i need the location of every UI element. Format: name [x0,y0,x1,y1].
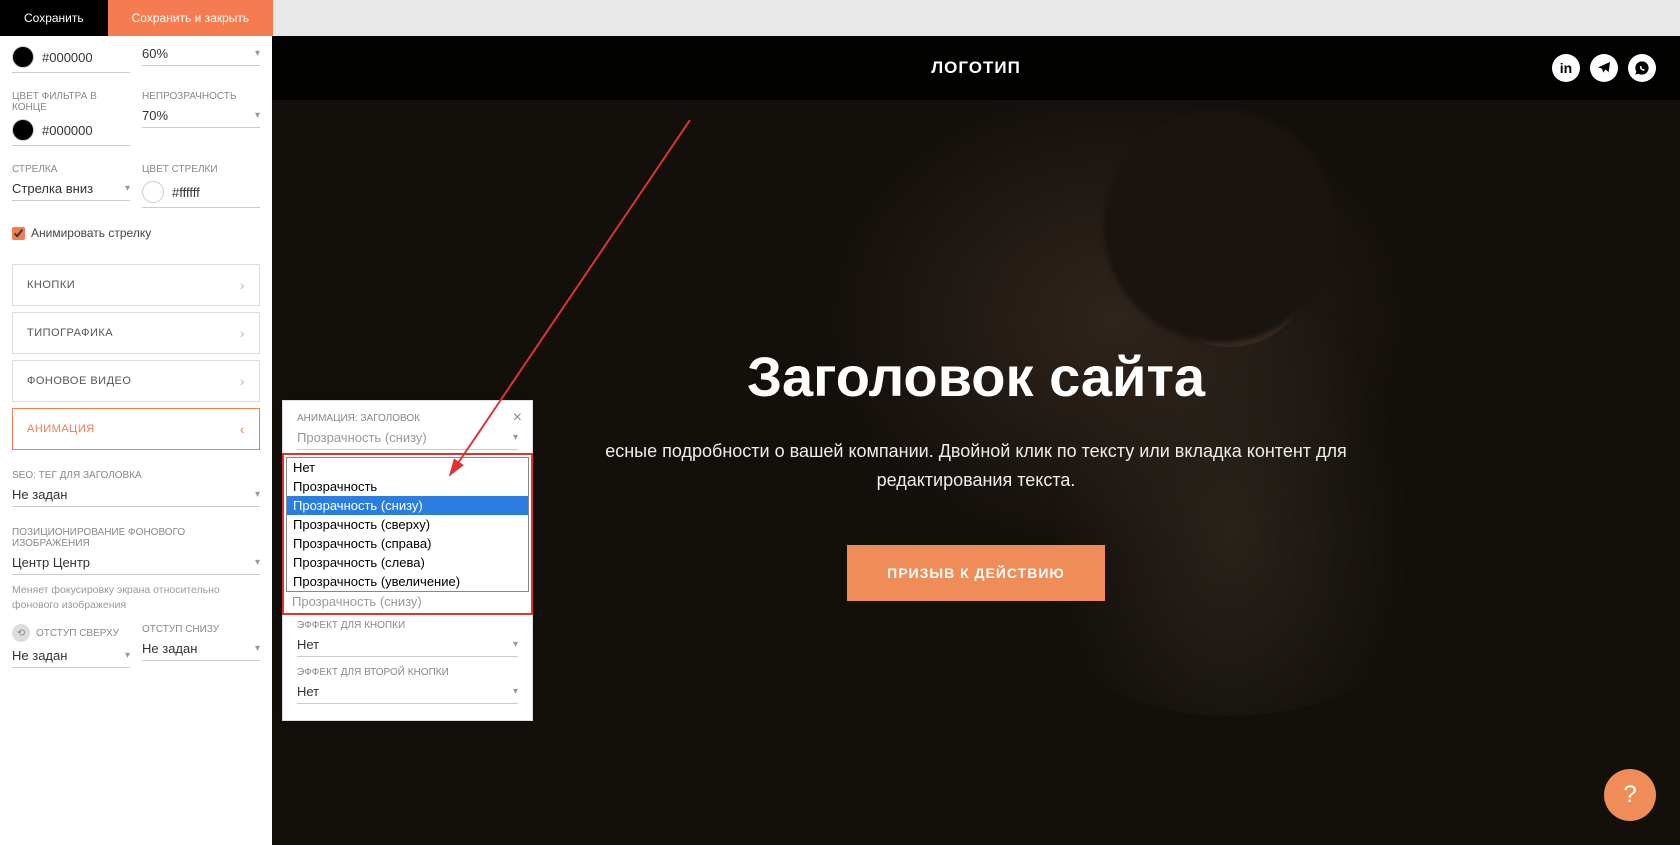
chevron-left-icon: ‹ [240,421,245,437]
animation-dropdown-list: Нет Прозрачность Прозрачность (снизу) Пр… [286,457,529,592]
chevron-down-icon: ▾ [255,489,260,500]
arrow-label: СТРЕЛКА [12,164,130,175]
opacity-value: 60% [142,46,168,61]
opacity-end-field[interactable]: 70% ▾ [142,108,260,128]
padding-top-field[interactable]: Не задан ▾ [12,648,130,668]
filter-start-color-field[interactable]: #000000 [12,46,130,73]
chevron-down-icon: ▾ [125,650,130,661]
opacity-value: 70% [142,108,168,123]
panel-label: ТИПОГРАФИКА [27,327,113,339]
color-hex: #000000 [42,123,93,138]
panel-label: КНОПКИ [27,279,75,291]
telegram-icon[interactable] [1590,54,1618,82]
linkedin-icon[interactable]: in [1552,54,1580,82]
padding-value: Не задан [12,648,67,663]
dropdown-option-selected[interactable]: Прозрачность (снизу) [287,496,528,515]
seo-tag-field[interactable]: Не задан ▾ [12,487,260,507]
dropdown-option[interactable]: Прозрачность (увеличение) [287,572,528,591]
chevron-down-icon: ▾ [513,432,518,443]
chevron-right-icon: › [240,325,245,341]
select-value: Прозрачность (снизу) [297,430,427,445]
padding-top-label: ⟲ОТСТУП СВЕРХУ [12,624,130,642]
chevron-right-icon: › [240,277,245,293]
chevron-down-icon: ▾ [513,639,518,650]
checkbox-label: Анимировать стрелку [31,226,151,240]
chevron-down-icon: ▾ [255,643,260,654]
popup-button-effect-label: ЭФФЕКТ ДЛЯ КНОПКИ [297,620,518,631]
padding-value: Не задан [142,641,197,656]
chevron-down-icon: ▾ [255,110,260,121]
bg-position-hint: Меняет фокусировку экрана относительно ф… [12,583,260,612]
arrow-color-field[interactable]: #ffffff [142,181,260,208]
popup-button2-effect-label: ЭФФЕКТ ДЛЯ ВТОРОЙ КНОПКИ [297,667,518,678]
chevron-down-icon: ▾ [513,686,518,697]
select-value: Нет [297,684,319,699]
filter-end-color-field[interactable]: #000000 [12,119,130,146]
animate-arrow-checkbox[interactable]: Анимировать стрелку [12,226,260,240]
color-swatch-icon [12,119,34,141]
bg-position-label: ПОЗИЦИОНИРОВАНИЕ ФОНОВОГО ИЗОБРАЖЕНИЯ [12,527,260,549]
dropdown-option[interactable]: Прозрачность (сверху) [287,515,528,534]
seo-value: Не задан [12,487,67,502]
chevron-down-icon: ▾ [255,48,260,59]
settings-sidebar: #000000 60% ▾ ЦВЕТ ФИЛЬТРА В КОНЦЕ #00000… [0,36,272,845]
opacity-end-label: НЕПРОЗРАЧНОСТЬ [142,91,260,102]
save-button[interactable]: Сохранить [0,0,108,36]
filter-end-label: ЦВЕТ ФИЛЬТРА В КОНЦЕ [12,91,130,113]
dropdown-hidden-text: Прозрачность (снизу) [286,592,529,611]
color-hex: #ffffff [172,185,200,200]
arrow-value: Стрелка вниз [12,181,93,196]
panel-label: ФОНОВОЕ ВИДЕО [27,375,131,387]
cta-button[interactable]: ПРИЗЫВ К ДЕЙСТВИЮ [847,545,1105,601]
social-icons: in [1552,54,1656,82]
color-hex: #000000 [42,50,93,65]
panel-bg-video[interactable]: ФОНОВОЕ ВИДЕО › [12,360,260,402]
hero-title[interactable]: Заголовок сайта [747,344,1205,409]
panel-buttons[interactable]: КНОПКИ › [12,264,260,306]
logo-text[interactable]: ЛОГОТИП [931,58,1021,78]
padding-bottom-field[interactable]: Не задан ▾ [142,641,260,661]
whatsapp-icon[interactable] [1628,54,1656,82]
panel-typography[interactable]: ТИПОГРАФИКА › [12,312,260,354]
color-swatch-icon [12,46,34,68]
panel-label: АНИМАЦИЯ [27,423,95,435]
arrow-color-label: ЦВЕТ СТРЕЛКИ [142,164,260,175]
button2-effect-select[interactable]: Нет ▾ [297,684,518,704]
chevron-down-icon: ▾ [255,557,260,568]
link-icon: ⟲ [12,624,30,642]
dropdown-option[interactable]: Нет [287,458,528,477]
arrow-type-field[interactable]: Стрелка вниз ▾ [12,181,130,201]
panel-animation[interactable]: АНИМАЦИЯ ‹ [12,408,260,450]
padding-bottom-label: ОТСТУП СНИЗУ [142,624,260,635]
chevron-down-icon: ▾ [125,183,130,194]
animation-dropdown-highlight: Нет Прозрачность Прозрачность (снизу) Пр… [282,453,533,615]
bg-position-field[interactable]: Центр Центр ▾ [12,555,260,575]
close-icon[interactable]: × [513,409,522,427]
dropdown-option[interactable]: Прозрачность (слева) [287,553,528,572]
top-bar: Сохранить Сохранить и закрыть [0,0,1680,36]
heading-animation-select[interactable]: Прозрачность (снизу) ▾ [297,430,518,450]
hero-navbar: ЛОГОТИП in [272,36,1680,100]
save-close-button[interactable]: Сохранить и закрыть [108,0,273,36]
opacity-start-field[interactable]: 60% ▾ [142,46,260,66]
dropdown-option[interactable]: Прозрачность (справа) [287,534,528,553]
hero-subtitle[interactable]: есные подробности о вашей компании. Двой… [566,437,1386,495]
bg-position-value: Центр Центр [12,555,90,570]
chevron-right-icon: › [240,373,245,389]
select-value: Нет [297,637,319,652]
dropdown-option[interactable]: Прозрачность [287,477,528,496]
button-effect-select[interactable]: Нет ▾ [297,637,518,657]
seo-tag-label: SEO: ТЕГ ДЛЯ ЗАГОЛОВКА [12,470,260,481]
color-swatch-icon [142,181,164,203]
help-button[interactable]: ? [1604,769,1656,821]
popup-heading-label: АНИМАЦИЯ: ЗАГОЛОВОК [297,413,518,424]
main-layout: #000000 60% ▾ ЦВЕТ ФИЛЬТРА В КОНЦЕ #00000… [0,36,1680,845]
checkbox-input[interactable] [12,227,25,240]
